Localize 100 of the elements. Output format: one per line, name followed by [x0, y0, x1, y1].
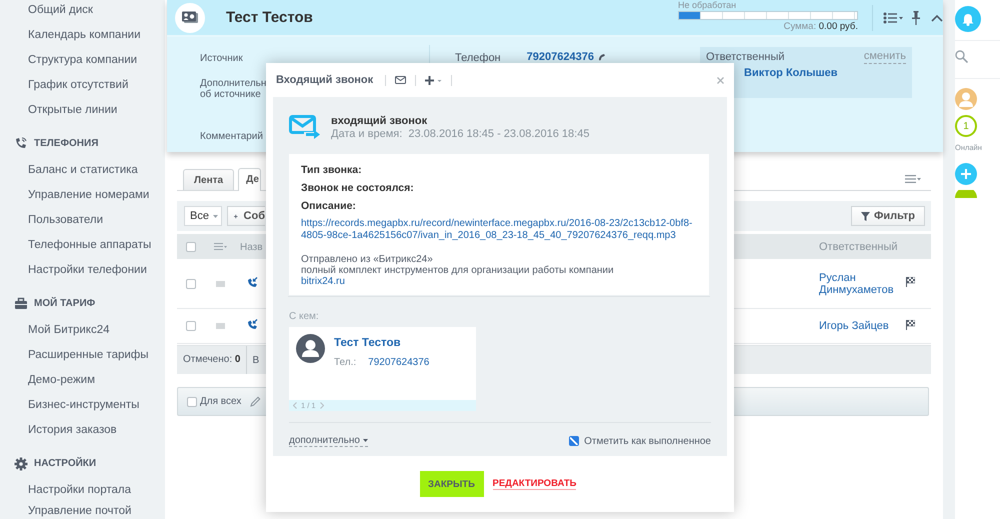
checkbox[interactable] — [569, 436, 580, 446]
responsible-link[interactable]: Руслан Динмухаметов — [819, 272, 906, 296]
sidebar-item[interactable]: Баланс и статистика — [0, 158, 165, 183]
plus-menu-icon[interactable] — [425, 76, 442, 84]
dialog-title: Входящий звонок — [276, 74, 374, 86]
envelope-icon[interactable] — [395, 76, 406, 84]
sidebar-item[interactable]: Расширенные тарифы — [0, 343, 165, 368]
add-button[interactable]: Соб — [227, 206, 265, 226]
phone-icon[interactable] — [598, 53, 606, 61]
checkbox-label: Для всех — [200, 396, 242, 407]
prev-icon[interactable] — [293, 402, 297, 409]
sidebar-item[interactable]: Телефонные аппараты — [0, 233, 165, 258]
message-link[interactable]: bitrix24.ru — [301, 276, 697, 287]
checkbox-label: Отметить как выполненное — [584, 436, 711, 446]
next-icon[interactable] — [320, 402, 324, 409]
contact-card-icon — [181, 11, 199, 24]
add-button[interactable] — [955, 163, 977, 185]
sidebar-item[interactable]: Структура компании — [0, 48, 165, 73]
sidebar-item[interactable]: Открытые линии — [0, 98, 165, 123]
sidebar-item[interactable]: График отсутствий — [0, 73, 165, 98]
row-menu-icon[interactable] — [216, 323, 224, 329]
sum-text: Сумма: 0.00 руб. — [782, 21, 858, 33]
edit-link[interactable]: РЕДАКТИРОВАТЬ — [492, 478, 576, 490]
notifications-button[interactable] — [955, 6, 981, 32]
phone-link[interactable]: 79207624376 — [526, 51, 594, 63]
column-menu-icon[interactable] — [214, 243, 226, 250]
selected-count: Отмечено: 0 — [177, 346, 248, 374]
message-heading: Тип звонка: — [301, 164, 363, 177]
flag-icon[interactable] — [906, 277, 915, 287]
contact-name[interactable]: Тест Тестов — [334, 337, 430, 350]
phone-label: Тел.: — [334, 356, 356, 369]
column-header: Назв — [240, 242, 263, 252]
stage-label: Не обработан — [678, 0, 738, 11]
caret-icon — [212, 214, 218, 218]
message-link[interactable]: https://records.megapbx.ru/record/newinterface.megapbx.ru/2016-08-23/2c13cb12-0bf8-4805-98ce-1a4625156c07/ivan_in_2016_08_23-18_45_40_79207624376_reqq.mp3 — [301, 218, 697, 242]
sidebar-item[interactable]: Общий диск — [0, 0, 165, 23]
bell-icon — [962, 12, 974, 26]
avatar-icon — [296, 334, 325, 363]
footer-text: В — [252, 354, 260, 366]
activity-title: входящий звонок — [331, 115, 428, 128]
menu-icon[interactable] — [905, 175, 921, 183]
funnel-icon — [860, 212, 870, 220]
column-header: Ответственный — [819, 240, 899, 252]
sidebar-item[interactable]: Бизнес-инструменты — [0, 393, 165, 418]
card-title: Тест Тестов — [226, 9, 314, 26]
message-text: Отправлено из «Битрикс24» — [301, 254, 434, 265]
sidebar-item[interactable]: Настройки телефонии — [0, 258, 165, 283]
phone-icon — [14, 136, 28, 150]
message-heading: Описание: — [301, 200, 357, 213]
sidebar-item[interactable]: Демо-режим — [0, 368, 165, 393]
sidebar-item[interactable]: Календарь компании — [0, 23, 165, 48]
message-text: полный комплект инструментов для организации работы компании — [301, 265, 615, 276]
list-icon[interactable] — [883, 12, 903, 24]
more-link[interactable]: дополнительно — [289, 435, 368, 447]
section-label: С кем: — [289, 311, 320, 323]
flag-icon[interactable] — [906, 320, 915, 330]
responsible-name[interactable]: Виктор Колышев — [744, 67, 838, 79]
incoming-call-icon — [247, 276, 258, 288]
sidebar-item[interactable]: Управление номерами — [0, 183, 165, 208]
incoming-call-icon — [247, 319, 258, 330]
briefcase-icon — [14, 296, 28, 310]
caret-icon — [362, 439, 368, 442]
field-label: Ответственный — [706, 51, 785, 64]
sidebar-item[interactable]: История заказов — [0, 418, 165, 443]
checkbox[interactable] — [187, 396, 197, 406]
sidebar-item[interactable]: Управление почтой — [0, 503, 165, 519]
sidebar-item[interactable]: Пользователи — [0, 208, 165, 233]
tab[interactable]: Лента — [183, 169, 234, 190]
responsible-link[interactable]: Игорь Зайцев — [819, 320, 906, 332]
pin-icon[interactable] — [912, 10, 920, 24]
incoming-email-icon — [289, 115, 320, 140]
sidebar-item[interactable]: Настройки портала — [0, 478, 165, 503]
chevron-up-icon[interactable] — [931, 14, 943, 22]
tab[interactable]: Де — [238, 168, 261, 191]
field-label: Комментарий — [200, 130, 263, 144]
plus-icon — [961, 169, 971, 179]
message-heading: Звонок не состоялся: — [301, 182, 415, 195]
checkbox[interactable] — [186, 242, 196, 252]
field-label: Телефон — [455, 51, 501, 65]
field-label: Источник — [200, 52, 243, 66]
filter-button[interactable]: Фильтр — [850, 206, 925, 226]
close-button[interactable]: ЗАКРЫТЬ — [420, 471, 484, 497]
section-title: НАСТРОЙКИ — [34, 458, 96, 469]
close-icon[interactable] — [717, 76, 724, 84]
status-icon — [955, 190, 977, 198]
sidebar-item[interactable]: Мой Битрикс24 — [0, 318, 165, 343]
search-icon[interactable] — [955, 50, 968, 63]
avatar-icon[interactable] — [955, 88, 977, 110]
phone-link[interactable]: 79207624376 — [368, 356, 430, 369]
checkbox[interactable] — [186, 278, 196, 288]
activity-date: Дата и время: 23.08.2016 18:45 - 23.08.2016 18:45 — [331, 128, 590, 141]
pencil-icon[interactable] — [250, 396, 262, 407]
field-label: Дополнительн об источнике — [200, 78, 266, 100]
plus-icon — [234, 212, 238, 220]
checkbox[interactable] — [186, 321, 196, 331]
row-menu-icon[interactable] — [216, 280, 224, 286]
section-title: МОЙ ТАРИФ — [34, 298, 96, 309]
filter-select[interactable]: Все — [184, 206, 222, 226]
gear-icon — [14, 456, 28, 470]
online-count: 1 — [955, 115, 977, 137]
